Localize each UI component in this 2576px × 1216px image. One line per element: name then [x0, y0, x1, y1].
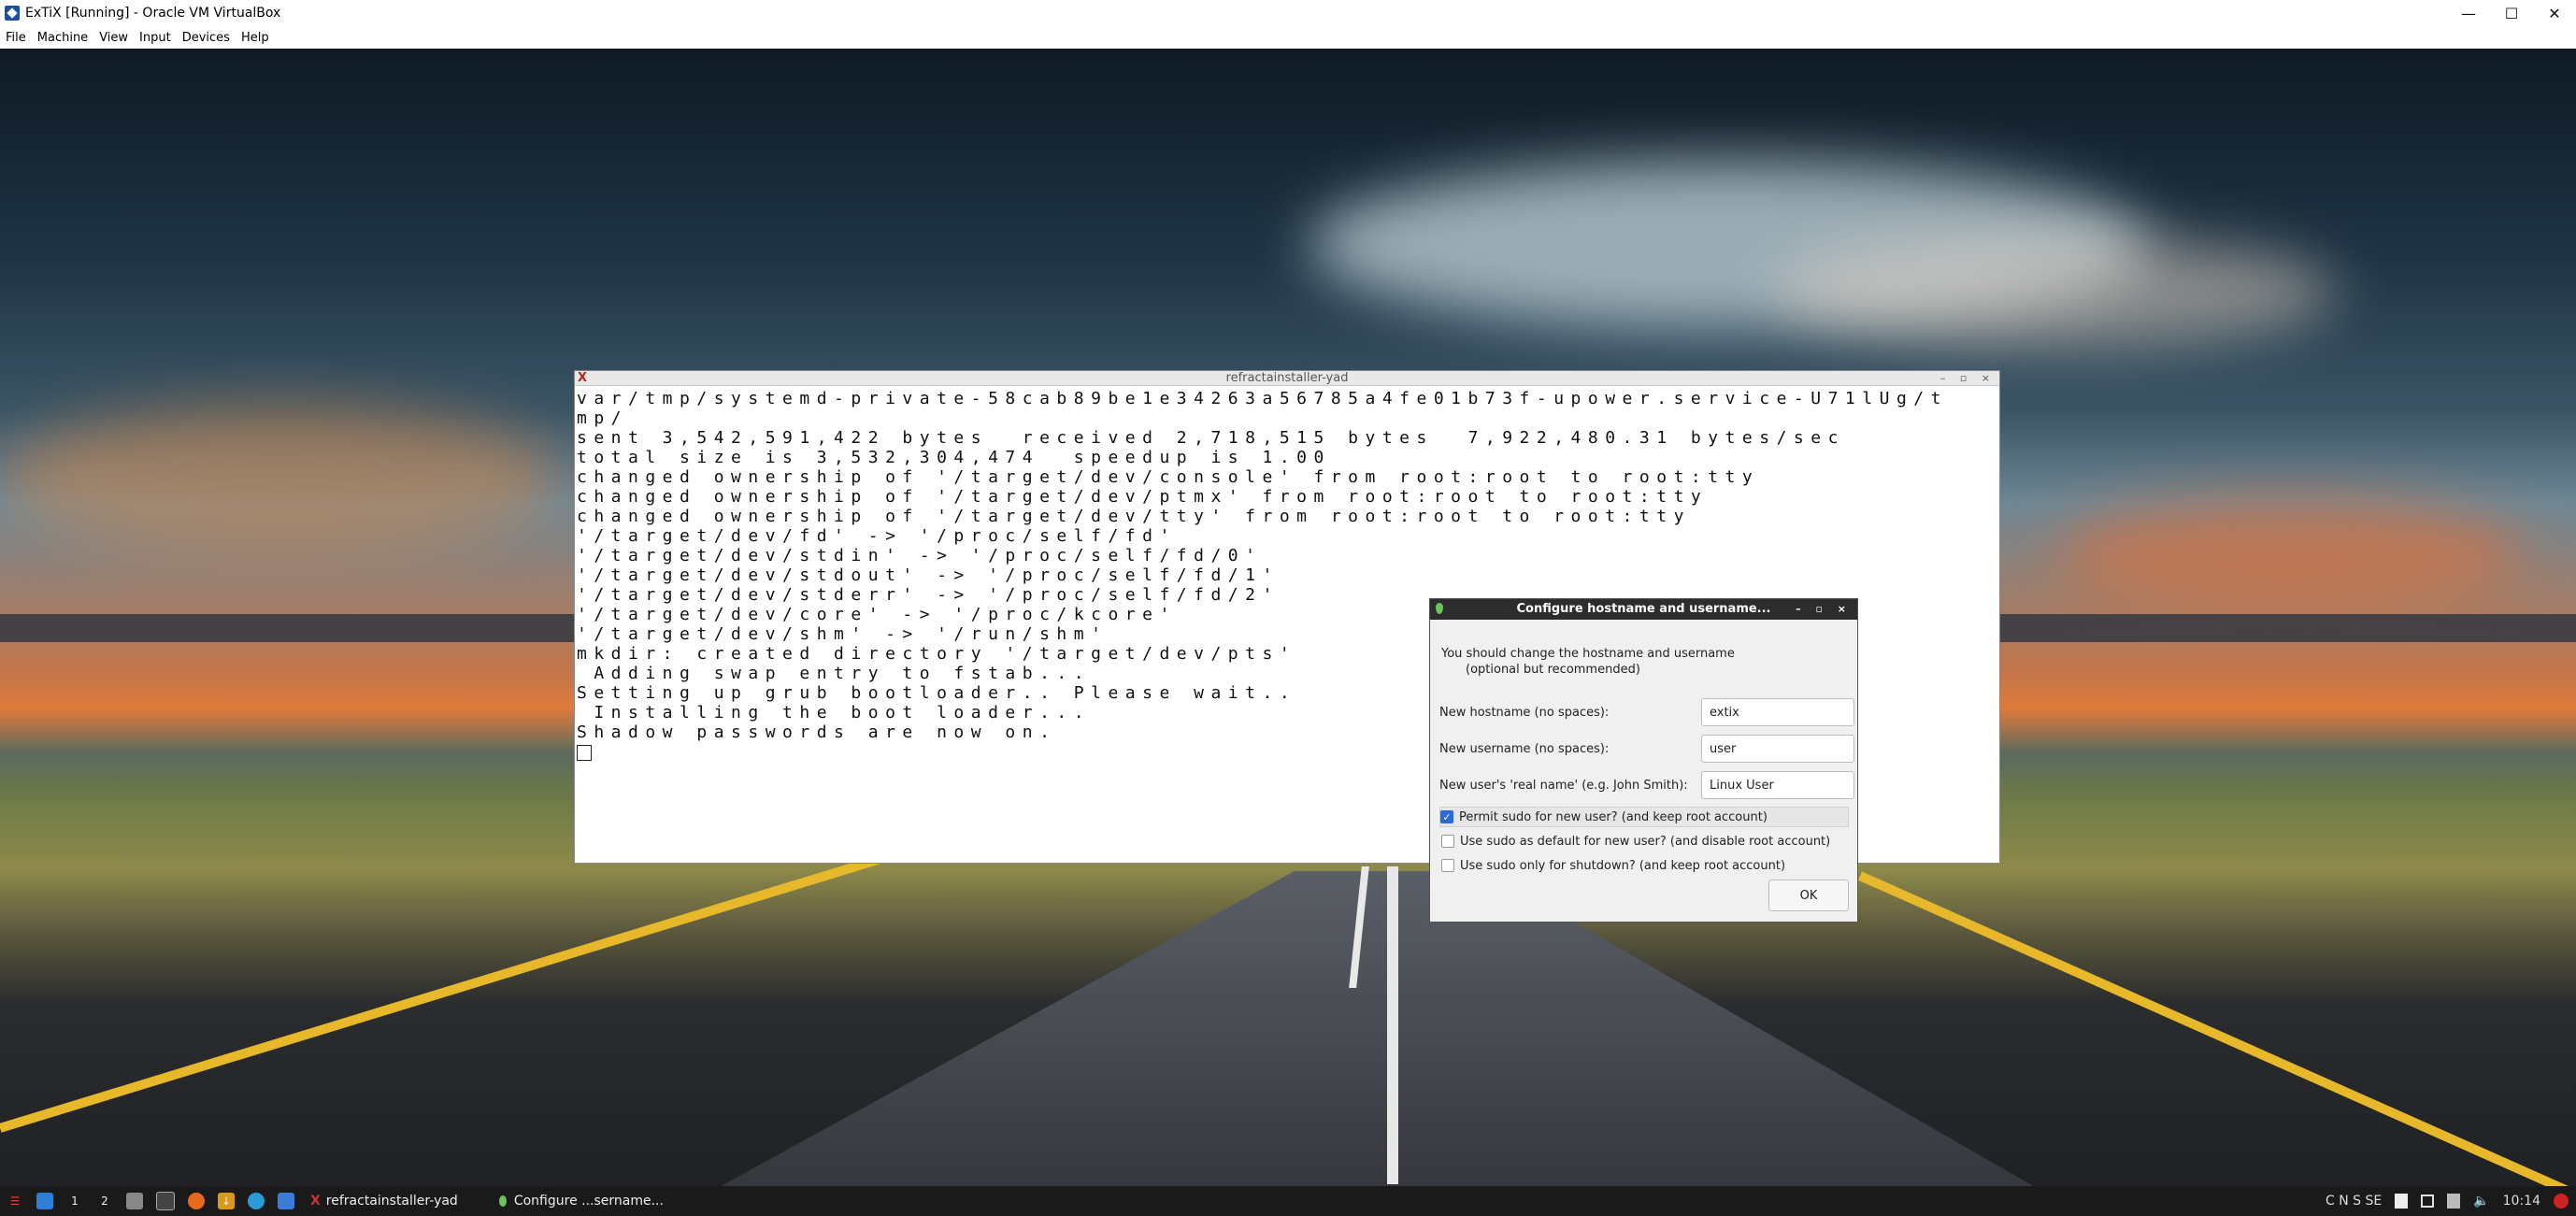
download-icon[interactable]: [278, 1193, 294, 1209]
maximize-button[interactable]: ☐: [2490, 0, 2533, 26]
dialog-app-icon: [1436, 603, 1443, 614]
battery-icon[interactable]: [2447, 1194, 2461, 1209]
power-icon[interactable]: [2554, 1194, 2569, 1209]
host-titlebar: ExTiX [Running] - Oracle VM VirtualBox —…: [0, 0, 2576, 26]
dialog-message-main: You should change the hostname and usern…: [1441, 647, 1735, 661]
host-window-title: ExTiX [Running] - Oracle VM VirtualBox: [25, 6, 281, 21]
permit-sudo-label: Permit sudo for new user? (and keep root…: [1459, 809, 1767, 824]
ok-button[interactable]: OK: [1768, 880, 1849, 911]
app-store-icon[interactable]: [248, 1193, 265, 1209]
terminal-line: '/target/dev/fd' -> '/proc/self/fd': [577, 526, 1177, 546]
menu-input[interactable]: Input: [134, 31, 177, 45]
menu-view[interactable]: View: [93, 31, 134, 45]
terminal-line: total size is 3,532,304,474 speedup is 1…: [577, 448, 1331, 467]
workspace-1[interactable]: 1: [66, 1193, 83, 1209]
terminal-line: changed ownership of '/target/dev/consol…: [577, 467, 1760, 487]
terminal-icon[interactable]: [156, 1192, 175, 1210]
sudo-default-label: Use sudo as default for new user? (and d…: [1460, 834, 1831, 849]
start-menu-icon[interactable]: ☰: [7, 1193, 23, 1209]
terminal-window-controls[interactable]: – ▫ ×: [1940, 371, 1996, 385]
checkbox-unchecked-icon[interactable]: [1441, 859, 1454, 872]
menu-help[interactable]: Help: [236, 31, 275, 45]
dialog-titlebar[interactable]: Configure hostname and username... – ▫ ×: [1430, 599, 1857, 620]
sudo-shutdown-label: Use sudo only for shutdown? (and keep ro…: [1460, 858, 1786, 873]
realname-input[interactable]: [1701, 771, 1854, 799]
username-label: New username (no spaces):: [1439, 742, 1610, 756]
host-menubar: File Machine View Input Devices Help: [0, 26, 2576, 49]
terminal-line: '/target/dev/stdout' -> '/proc/self/fd/1…: [577, 565, 1280, 585]
terminal-title: refractainstaller-yad: [1225, 371, 1349, 385]
dialog-app-icon: [498, 1195, 507, 1207]
task-configure[interactable]: Configure ...sername...: [490, 1186, 673, 1216]
terminal-line: mp/: [577, 408, 629, 428]
taskbar: ☰ 1 2 ↓ X refractainstaller-yad Configur…: [0, 1186, 2576, 1216]
minimize-button[interactable]: —: [2447, 0, 2490, 26]
sudo-default-checkbox[interactable]: Use sudo as default for new user? (and d…: [1441, 831, 1851, 851]
sudo-shutdown-checkbox[interactable]: Use sudo only for shutdown? (and keep ro…: [1441, 855, 1851, 876]
wallpaper-road-line: [1857, 871, 2576, 1186]
extix-icon: X: [310, 1194, 321, 1209]
clock: 10:14: [2502, 1194, 2540, 1209]
wallpaper-road-line: [1387, 866, 1398, 1184]
terminal-line: changed ownership of '/target/dev/tty' f…: [577, 507, 1691, 526]
hostname-label: New hostname (no spaces):: [1439, 706, 1610, 720]
menu-devices[interactable]: Devices: [177, 31, 236, 45]
terminal-titlebar[interactable]: X refractainstaller-yad – ▫ ×: [575, 371, 1999, 386]
workspace-2[interactable]: 2: [96, 1193, 113, 1209]
checkbox-unchecked-icon[interactable]: [1441, 835, 1454, 848]
keyboard-indicators: C N S SE: [2325, 1194, 2383, 1209]
terminal-line: '/target/dev/stdin' -> '/proc/self/fd/0': [577, 546, 1263, 565]
hostname-input[interactable]: [1701, 698, 1854, 726]
task-configure-label: Configure ...sername...: [513, 1194, 664, 1209]
file-manager-icon[interactable]: [126, 1193, 143, 1209]
task-refractainstaller[interactable]: X refractainstaller-yad: [301, 1186, 467, 1216]
installer-icon[interactable]: ↓: [218, 1193, 235, 1209]
dialog-title: Configure hostname and username...: [1516, 602, 1771, 616]
dialog-message: You should change the hostname and usern…: [1441, 646, 1735, 678]
extix-icon: X: [578, 371, 588, 385]
terminal-cursor: [577, 744, 592, 761]
volume-icon[interactable]: 🔈: [2473, 1194, 2489, 1209]
terminal-line: changed ownership of '/target/dev/ptmx' …: [577, 487, 1709, 507]
hostname-row: New hostname (no spaces):: [1439, 698, 1854, 728]
host-window-controls: — ☐ ✕: [2447, 0, 2576, 26]
checkbox-checked-icon[interactable]: ✓: [1440, 810, 1453, 823]
username-row: New username (no spaces):: [1439, 735, 1854, 765]
firefox-icon[interactable]: [188, 1193, 205, 1209]
configure-dialog[interactable]: Configure hostname and username... – ▫ ×…: [1429, 598, 1858, 923]
realname-row: New user's 'real name' (e.g. John Smith)…: [1439, 771, 1854, 801]
menu-file[interactable]: File: [0, 31, 32, 45]
close-button[interactable]: ✕: [2533, 0, 2576, 26]
wallpaper-sunset: [2056, 497, 2524, 609]
realname-label: New user's 'real name' (e.g. John Smith)…: [1439, 779, 1688, 793]
window-icon[interactable]: [2421, 1195, 2435, 1208]
wallpaper-road: [580, 871, 2168, 1186]
system-tray: C N S SE 🔈 10:14: [2326, 1186, 2569, 1216]
desktop-icon[interactable]: [36, 1193, 53, 1209]
clipboard-icon[interactable]: [2395, 1194, 2409, 1209]
dialog-window-controls[interactable]: – ▫ ×: [1796, 599, 1852, 620]
wallpaper-cloud: [1776, 236, 2337, 348]
terminal-line: var/tmp/systemd-private-58cab89be1e34263…: [577, 389, 1948, 408]
task-refractainstaller-label: refractainstaller-yad: [325, 1194, 458, 1209]
wallpaper-sunset: [0, 404, 561, 553]
username-input[interactable]: [1701, 735, 1854, 763]
dialog-message-sub: (optional but recommended): [1466, 663, 1640, 677]
menu-machine[interactable]: Machine: [32, 31, 93, 45]
terminal-line: sent 3,542,591,422 bytes received 2,718,…: [577, 428, 1845, 448]
virtualbox-icon: [5, 6, 20, 21]
wallpaper-road-line: [0, 837, 940, 1133]
permit-sudo-checkbox[interactable]: ✓ Permit sudo for new user? (and keep ro…: [1439, 807, 1849, 827]
